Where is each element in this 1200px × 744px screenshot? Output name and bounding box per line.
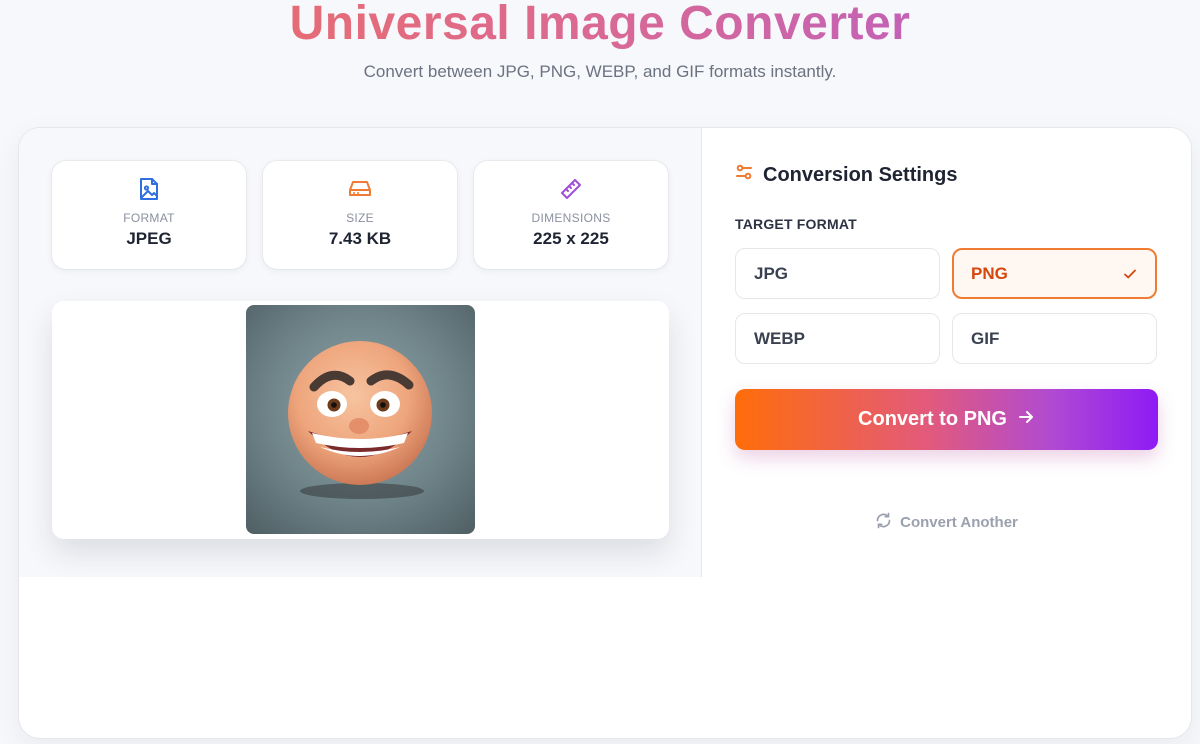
dimensions-stat-card: DIMENSIONS 225 x 225 — [474, 161, 668, 269]
page-subtitle: Convert between JPG, PNG, WEBP, and GIF … — [363, 62, 837, 81]
converter-card: FORMAT JPEG SIZE 7.43 KB DIMENSIONS 225 … — [18, 127, 1192, 739]
convert-button-label: Convert to PNG — [858, 408, 1007, 430]
conversion-settings-pane: Conversion Settings TARGET FORMAT JPG PN… — [702, 128, 1191, 577]
format-option-label: JPG — [754, 263, 789, 283]
format-stat-card: FORMAT JPEG — [52, 161, 246, 269]
size-value: 7.43 KB — [328, 229, 392, 248]
convert-button[interactable]: Convert to PNG — [735, 389, 1158, 450]
format-label: FORMAT — [123, 211, 175, 225]
settings-heading: Conversion Settings — [735, 162, 957, 188]
image-file-icon — [52, 177, 246, 203]
size-stat-card: SIZE 7.43 KB — [263, 161, 457, 269]
format-option-png[interactable]: PNG — [952, 248, 1157, 299]
checkmark-icon — [1123, 266, 1137, 286]
format-option-label: PNG — [971, 263, 1008, 283]
convert-another-button[interactable]: Convert Another — [735, 511, 1158, 533]
dimensions-value: 225 x 225 — [533, 229, 609, 248]
image-preview — [52, 301, 669, 539]
format-option-gif[interactable]: GIF — [952, 313, 1157, 364]
sliders-icon — [735, 163, 753, 187]
settings-title: Conversion Settings — [763, 163, 958, 186]
format-value: JPEG — [126, 229, 172, 248]
convert-another-label: Convert Another — [900, 513, 1018, 531]
size-label: SIZE — [346, 211, 374, 225]
arrow-right-icon — [1017, 408, 1035, 432]
format-option-jpg[interactable]: JPG — [735, 248, 940, 299]
page-title: Universal Image Converter — [0, 0, 1200, 52]
ruler-icon — [474, 177, 668, 203]
format-option-label: GIF — [971, 328, 1000, 348]
refresh-icon — [875, 512, 892, 533]
target-format-label: TARGET FORMAT — [735, 216, 857, 232]
format-option-webp[interactable]: WEBP — [735, 313, 940, 364]
file-info-pane: FORMAT JPEG SIZE 7.43 KB DIMENSIONS 225 … — [19, 128, 702, 577]
format-option-label: WEBP — [754, 328, 805, 348]
dimensions-label: DIMENSIONS — [531, 211, 611, 225]
hard-drive-icon — [263, 177, 457, 203]
uploaded-image — [246, 305, 475, 534]
